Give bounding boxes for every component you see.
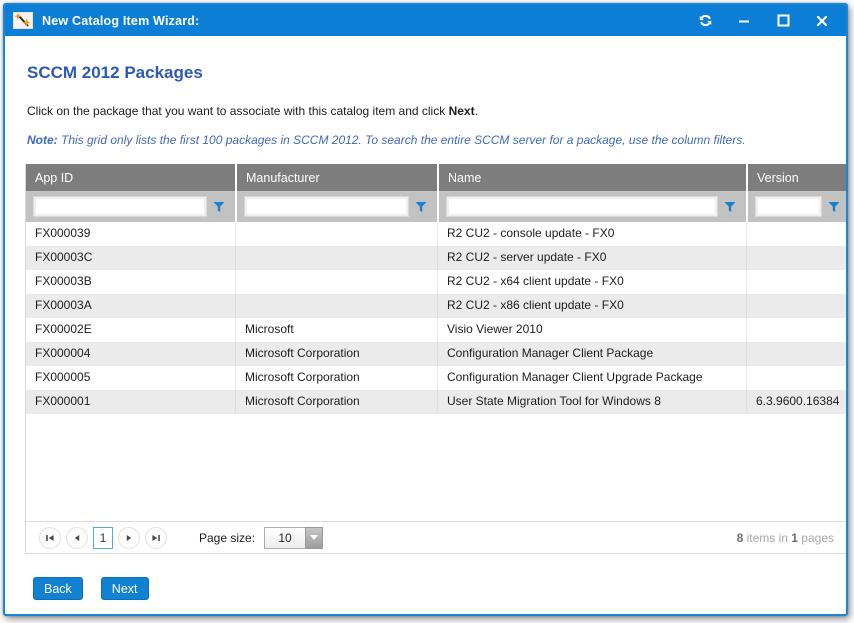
cell-manufacturer xyxy=(235,294,437,318)
cell-version xyxy=(746,270,848,294)
pager-first-button[interactable] xyxy=(39,527,61,549)
filter-input-app-id[interactable] xyxy=(33,196,207,217)
titlebar: New Catalog Item Wizard: xyxy=(5,5,846,36)
table-row[interactable]: FX000004 Microsoft Corporation Configura… xyxy=(26,342,848,366)
cell-app-id: FX00003B xyxy=(26,270,235,294)
filter-funnel-icon-app-id[interactable] xyxy=(207,201,231,213)
window-controls xyxy=(697,13,830,29)
minimize-icon[interactable] xyxy=(736,13,752,29)
cell-name: Configuration Manager Client Upgrade Pac… xyxy=(437,366,746,390)
cell-version xyxy=(746,294,848,318)
new-catalog-item-wizard-window: New Catalog Item Wizard: xyxy=(3,3,848,616)
next-button[interactable]: Next xyxy=(101,577,149,600)
cell-app-id: FX00003C xyxy=(26,246,235,270)
wizard-app-icon xyxy=(13,12,33,29)
table-row[interactable]: FX00002E Microsoft Visio Viewer 2010 xyxy=(26,318,848,342)
note-body: This grid only lists the first 100 packa… xyxy=(58,133,746,147)
packages-grid: App ID Manufacturer Name Version xyxy=(25,164,848,554)
chevron-down-icon[interactable] xyxy=(305,527,323,549)
cell-version xyxy=(746,318,848,342)
cell-name: R2 CU2 - server update - FX0 xyxy=(437,246,746,270)
page-size-dropdown[interactable]: 10 xyxy=(264,527,323,549)
instruction-prefix: Click on the package that you want to as… xyxy=(27,104,449,118)
column-header-app-id[interactable]: App ID xyxy=(26,164,235,191)
screen: New Catalog Item Wizard: xyxy=(0,0,854,623)
filter-cell-manufacturer xyxy=(235,191,437,222)
table-row[interactable]: FX00003B R2 CU2 - x64 client update - FX… xyxy=(26,270,848,294)
filter-funnel-icon-manufacturer[interactable] xyxy=(409,201,433,213)
page-size-value: 10 xyxy=(264,527,305,549)
filter-cell-app-id xyxy=(26,191,235,222)
cell-manufacturer xyxy=(235,222,437,246)
cell-manufacturer xyxy=(235,270,437,294)
cell-manufacturer xyxy=(235,246,437,270)
table-row[interactable]: FX000005 Microsoft Corporation Configura… xyxy=(26,366,848,390)
cell-name: R2 CU2 - x86 client update - FX0 xyxy=(437,294,746,318)
instruction-next-word: Next xyxy=(449,104,475,118)
page-size-label: Page size: xyxy=(199,531,255,545)
cell-version xyxy=(746,342,848,366)
cell-app-id: FX000001 xyxy=(26,390,235,414)
instruction-suffix: . xyxy=(475,104,478,118)
pager-bar: 1 Page size: 10 8 items in 1 pages xyxy=(26,521,848,553)
filter-cell-name xyxy=(437,191,746,222)
grid-filter-row xyxy=(26,191,848,222)
page-title: SCCM 2012 Packages xyxy=(27,36,846,83)
filter-input-version[interactable] xyxy=(755,196,822,217)
filter-input-name[interactable] xyxy=(446,196,718,217)
filter-cell-version xyxy=(746,191,848,222)
cell-app-id: FX000005 xyxy=(26,366,235,390)
grid-header-row: App ID Manufacturer Name Version xyxy=(26,164,848,191)
pager-prev-button[interactable] xyxy=(66,527,88,549)
cell-version xyxy=(746,366,848,390)
filter-funnel-icon-version[interactable] xyxy=(822,201,846,213)
table-row[interactable]: FX000039 R2 CU2 - console update - FX0 xyxy=(26,222,848,246)
table-row[interactable]: FX000001 Microsoft Corporation User Stat… xyxy=(26,390,848,414)
items-summary: 8 items in 1 pages xyxy=(737,531,834,545)
cell-manufacturer: Microsoft Corporation xyxy=(235,390,437,414)
cell-app-id: FX00002E xyxy=(26,318,235,342)
close-icon[interactable] xyxy=(814,13,830,29)
cell-name: R2 CU2 - console update - FX0 xyxy=(437,222,746,246)
instruction-text: Click on the package that you want to as… xyxy=(27,104,846,118)
cell-name: Visio Viewer 2010 xyxy=(437,318,746,342)
cell-version: 6.3.9600.16384 xyxy=(746,390,848,414)
table-row[interactable]: FX00003A R2 CU2 - x86 client update - FX… xyxy=(26,294,848,318)
column-header-version[interactable]: Version xyxy=(746,164,848,191)
maximize-icon[interactable] xyxy=(775,13,791,29)
cell-app-id: FX000039 xyxy=(26,222,235,246)
grid-empty-area xyxy=(26,414,848,521)
cell-manufacturer: Microsoft Corporation xyxy=(235,366,437,390)
cell-app-id: FX00003A xyxy=(26,294,235,318)
cell-version xyxy=(746,222,848,246)
cell-name: User State Migration Tool for Windows 8 xyxy=(437,390,746,414)
cell-app-id: FX000004 xyxy=(26,342,235,366)
cell-name: R2 CU2 - x64 client update - FX0 xyxy=(437,270,746,294)
pager-current-page[interactable]: 1 xyxy=(93,527,113,549)
refresh-icon[interactable] xyxy=(697,13,713,29)
note-text: Note: This grid only lists the first 100… xyxy=(27,133,846,147)
filter-funnel-icon-name[interactable] xyxy=(718,201,742,213)
back-button[interactable]: Back xyxy=(33,577,83,600)
wizard-nav-buttons: Back Next xyxy=(33,577,149,600)
cell-manufacturer: Microsoft Corporation xyxy=(235,342,437,366)
note-label: Note: xyxy=(27,133,58,147)
cell-manufacturer: Microsoft xyxy=(235,318,437,342)
pager-next-button[interactable] xyxy=(118,527,140,549)
column-header-name[interactable]: Name xyxy=(437,164,746,191)
column-header-manufacturer[interactable]: Manufacturer xyxy=(235,164,437,191)
cell-name: Configuration Manager Client Package xyxy=(437,342,746,366)
items-summary-suffix: pages xyxy=(798,531,834,545)
pager-last-button[interactable] xyxy=(145,527,167,549)
table-row[interactable]: FX00003C R2 CU2 - server update - FX0 xyxy=(26,246,848,270)
cell-version xyxy=(746,246,848,270)
filter-input-manufacturer[interactable] xyxy=(244,196,409,217)
window-title: New Catalog Item Wizard: xyxy=(42,14,688,28)
pages-count: 1 xyxy=(791,531,798,545)
wizard-body: SCCM 2012 Packages Click on the package … xyxy=(5,36,846,614)
items-summary-mid: items in xyxy=(743,531,791,545)
